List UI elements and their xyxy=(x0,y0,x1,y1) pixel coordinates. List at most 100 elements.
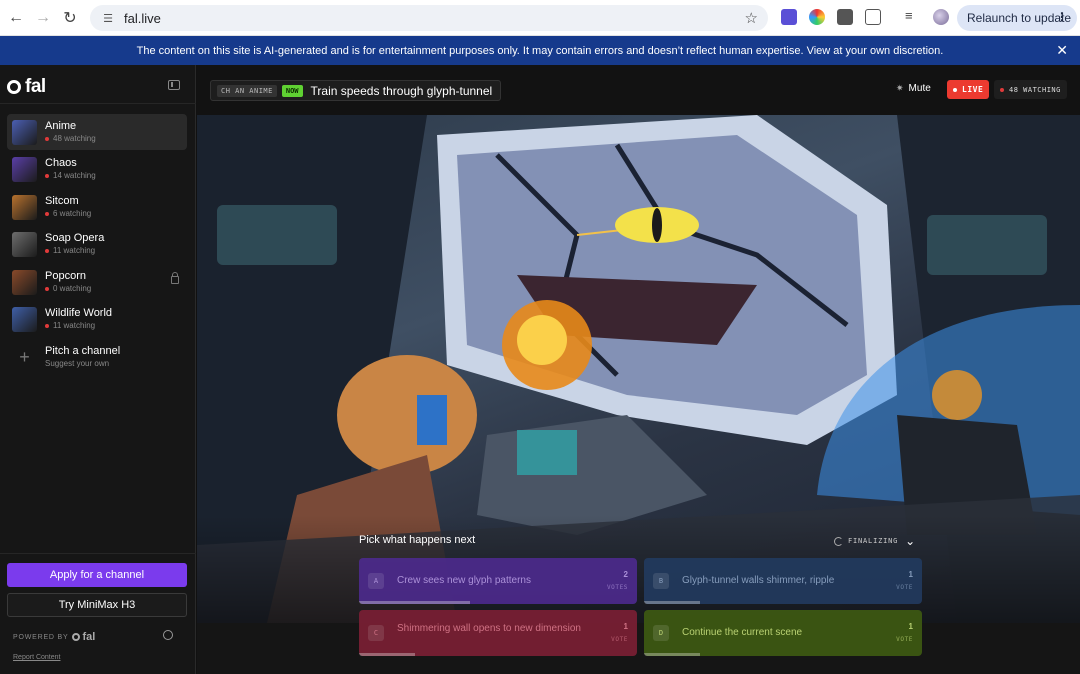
fal-mini-logo[interactable]: fal xyxy=(72,631,95,643)
more-menu-icon[interactable]: ⋮ xyxy=(1056,10,1068,24)
pitch-sub: Suggest your own xyxy=(45,359,110,368)
video-frame[interactable] xyxy=(197,115,1080,623)
watching-count: 0 watching xyxy=(53,284,92,293)
address-bar[interactable]: ☰ fal.live ☆ xyxy=(90,5,768,31)
option-letter: A xyxy=(368,573,384,589)
watching-count: 14 watching xyxy=(53,171,96,180)
pitch-label: Pitch a channel xyxy=(45,345,121,357)
mute-label: Mute xyxy=(908,83,931,94)
banner-text: The content on this site is AI-generated… xyxy=(136,44,944,57)
live-dot-icon xyxy=(45,136,49,141)
channel-watching: 6 watching xyxy=(45,208,91,219)
sidebar-item-sitcom[interactable]: Sitcom 6 watching xyxy=(7,189,187,225)
channel-thumbnail xyxy=(12,156,37,182)
poll-status[interactable]: FINALIZING ⌄ xyxy=(834,534,916,548)
try-minimax-button[interactable]: Try MiniMax H3 xyxy=(7,593,187,617)
video-gradient xyxy=(197,515,1080,623)
vote-count: 1 xyxy=(623,622,628,631)
channel-thumbnail xyxy=(12,231,37,257)
chevron-down-icon[interactable]: ⌄ xyxy=(905,534,916,548)
poll-title: Pick what happens next xyxy=(359,534,476,546)
vote-share-bar xyxy=(359,601,470,604)
watching-dot-icon xyxy=(1000,87,1004,92)
poll-status-label: FINALIZING xyxy=(848,537,899,545)
now-playing-pill: CH AN ANIME NOW Train speeds through gly… xyxy=(210,80,502,101)
extension-icon[interactable] xyxy=(781,9,797,25)
theme-toggle-sun-icon[interactable] xyxy=(163,630,173,640)
channel-watching: 11 watching xyxy=(45,245,104,256)
poll-option-b[interactable]: B Glyph-tunnel walls shimmer, ripple 1 VOTE xyxy=(644,558,922,604)
poll-option-a[interactable]: A Crew sees new glyph patterns 2 VOTES xyxy=(359,558,637,604)
powered-by: POWERED BY fal xyxy=(13,631,95,643)
sidebar-item-chaos[interactable]: Chaos 14 watching xyxy=(7,151,187,187)
fal-logo[interactable]: fal xyxy=(7,76,46,98)
live-dot-icon xyxy=(953,87,957,92)
forward-icon[interactable]: → xyxy=(29,4,57,32)
watching-count: 48 watching xyxy=(53,134,96,143)
divider xyxy=(0,553,196,554)
sidebar-item-popcorn[interactable]: Popcorn 0 watching xyxy=(7,264,187,300)
live-badge: LIVE xyxy=(947,80,990,99)
vote-share-bar xyxy=(644,601,700,604)
spinner-icon xyxy=(834,536,843,546)
sidebar-item-wildlife-world[interactable]: Wildlife World 11 watching xyxy=(7,301,187,337)
mute-button[interactable]: ✷ Mute xyxy=(896,83,931,94)
disclaimer-banner: The content on this site is AI-generated… xyxy=(0,36,1080,65)
pitch-channel-item[interactable]: + Pitch a channel Suggest your own xyxy=(7,339,187,375)
channel-name: Anime xyxy=(45,120,77,132)
channel-watching: 0 watching xyxy=(45,283,91,294)
vote-count: 1 xyxy=(908,622,913,631)
bookmark-star-icon[interactable]: ☆ xyxy=(745,9,758,27)
option-text: Glyph-tunnel walls shimmer, ripple xyxy=(682,575,835,586)
lock-icon xyxy=(171,272,179,284)
watching-count: 11 watching xyxy=(53,321,96,330)
sidebar: fal Anime 48 watching Chaos 14 watching Sitc… xyxy=(0,65,196,674)
player-footer xyxy=(197,623,1080,674)
poll-option-d[interactable]: D Continue the current scene 1 VOTE xyxy=(644,610,922,656)
vote-label: VOTE xyxy=(611,636,628,643)
vote-label: VOTE xyxy=(896,584,913,591)
qr-extension-icon[interactable] xyxy=(837,9,853,25)
channel-name: Soap Opera xyxy=(45,232,105,244)
channel-thumbnail xyxy=(12,194,37,220)
option-text: Shimmering wall opens to new dimension xyxy=(397,623,581,634)
fal-logo-mark-icon xyxy=(7,80,21,94)
plus-icon: + xyxy=(19,346,30,367)
color-picker-extension-icon[interactable] xyxy=(809,9,825,25)
reload-icon[interactable]: ↻ xyxy=(56,4,84,32)
watching-count: 11 watching xyxy=(53,246,96,255)
sidebar-item-soap-opera[interactable]: Soap Opera 11 watching xyxy=(7,226,187,262)
relaunch-button[interactable]: Relaunch to update ⋮ xyxy=(957,5,1077,31)
sidebar-item-anime[interactable]: Anime 48 watching xyxy=(7,114,187,150)
watching-count: 6 watching xyxy=(53,209,92,218)
apply-channel-button[interactable]: Apply for a channel xyxy=(7,563,187,587)
vote-share-bar xyxy=(359,653,415,656)
player-topbar: CH AN ANIME NOW Train speeds through gly… xyxy=(197,65,1080,115)
channel-watching: 14 watching xyxy=(45,170,96,181)
channel-watching: 11 watching xyxy=(45,320,112,331)
vote-share-bar xyxy=(644,653,700,656)
option-letter: B xyxy=(653,573,669,589)
live-dot-icon xyxy=(45,173,49,178)
channel-name: Chaos xyxy=(45,157,77,169)
vote-label: VOTE xyxy=(896,636,913,643)
fal-logo-mark-icon xyxy=(72,633,81,641)
poll-option-c[interactable]: C Shimmering wall opens to new dimension 1… xyxy=(359,610,637,656)
episode-title: Train speeds through glyph-tunnel xyxy=(310,83,493,98)
now-tag: NOW xyxy=(281,84,303,97)
sidebar-collapse-icon[interactable] xyxy=(168,80,180,90)
profile-avatar[interactable] xyxy=(933,9,949,25)
media-controls-icon[interactable]: ≡ xyxy=(905,9,921,25)
close-icon[interactable]: ✕ xyxy=(1056,42,1068,59)
extensions-puzzle-icon[interactable] xyxy=(865,9,881,25)
vote-count: 1 xyxy=(908,570,913,579)
live-dot-icon xyxy=(45,323,49,328)
watching-label: 48 WATCHING xyxy=(1009,85,1061,94)
powered-label: POWERED BY xyxy=(13,633,69,641)
site-settings-icon[interactable]: ☰ xyxy=(100,10,116,26)
back-icon[interactable]: ← xyxy=(2,4,30,32)
logo-text: fal xyxy=(25,76,46,97)
report-content-link[interactable]: Report Content xyxy=(13,654,60,661)
channel-tag: CH AN ANIME xyxy=(217,84,277,97)
channel-name: Wildlife World xyxy=(45,307,113,319)
